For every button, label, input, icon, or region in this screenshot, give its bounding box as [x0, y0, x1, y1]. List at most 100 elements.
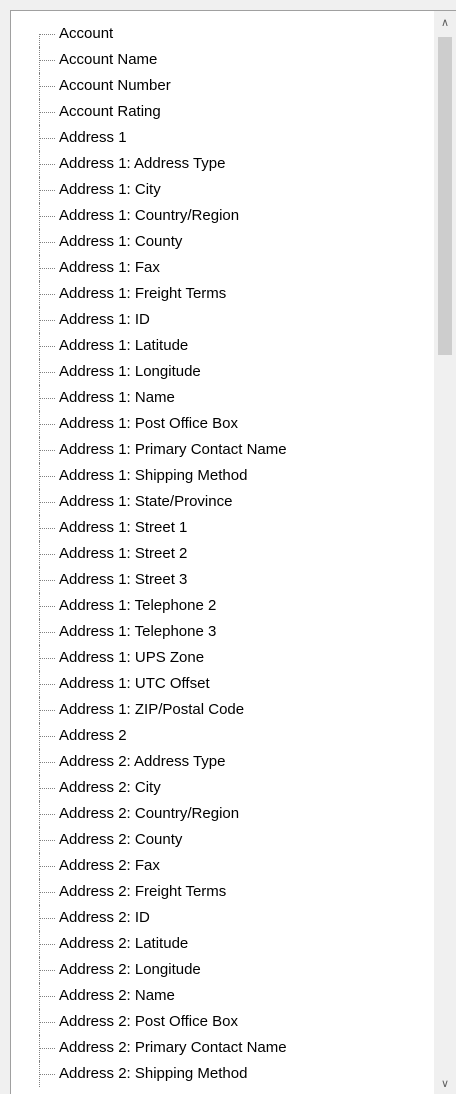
tree-branch-line	[39, 502, 55, 503]
tree-item[interactable]: Account	[11, 21, 434, 47]
tree-branch-line	[39, 606, 55, 607]
tree-item[interactable]: Address 1: ID	[11, 307, 434, 333]
tree-branch-line	[39, 164, 55, 165]
tree-item[interactable]: Address 1: Street 1	[11, 515, 434, 541]
tree-branch-line	[39, 60, 55, 61]
tree-branch-line	[39, 34, 55, 35]
tree-item[interactable]: Address 1: Country/Region	[11, 203, 434, 229]
tree-branch-line	[39, 710, 55, 711]
tree-item[interactable]: Address 1: Post Office Box	[11, 411, 434, 437]
tree-item[interactable]: Address 1	[11, 125, 434, 151]
tree-branch-line	[39, 242, 55, 243]
tree-item[interactable]: Address 1: Telephone 2	[11, 593, 434, 619]
tree-item[interactable]: Account Name	[11, 47, 434, 73]
tree-item[interactable]: Address 1: Address Type	[11, 151, 434, 177]
tree-item[interactable]: Address 1: County	[11, 229, 434, 255]
scroll-up-button[interactable]: ∧	[434, 11, 456, 33]
tree-branch-line	[39, 346, 55, 347]
tree-branch-line	[39, 814, 55, 815]
tree-branch-line	[39, 372, 55, 373]
tree-branch-line	[39, 970, 55, 971]
vertical-scrollbar[interactable]: ∧ ∨	[434, 11, 456, 1094]
tree-item[interactable]: Address 1: Freight Terms	[11, 281, 434, 307]
tree-branch-line	[39, 1074, 55, 1075]
tree-connector-line	[39, 34, 40, 47]
tree-branch-line	[39, 762, 55, 763]
tree-item-label: Account Name	[59, 51, 158, 68]
tree-branch-line	[39, 424, 55, 425]
chevron-up-icon: ∧	[440, 16, 450, 29]
tree-branch-line	[39, 268, 55, 269]
tree-item[interactable]: Address 1: City	[11, 177, 434, 203]
tree-branch-line	[39, 632, 55, 633]
tree-item[interactable]: Address 2	[11, 723, 434, 749]
tree-branch-line	[39, 450, 55, 451]
tree-branch-line	[39, 138, 55, 139]
tree-branch-line	[39, 554, 55, 555]
tree-item[interactable]: Address 1: Street 3	[11, 567, 434, 593]
scroll-down-button[interactable]: ∨	[434, 1072, 456, 1094]
tree-item[interactable]: Address 2: ID	[11, 905, 434, 931]
tree-item[interactable]: Address 1: UTC Offset	[11, 671, 434, 697]
tree-item[interactable]: Address 2: Shipping Method	[11, 1061, 434, 1087]
tree-item[interactable]: Address 1: Telephone 3	[11, 619, 434, 645]
tree-item[interactable]: Address 1: State/Province	[11, 489, 434, 515]
tree-item-label: Address 2: Country/Region	[59, 805, 240, 822]
tree-item[interactable]: Address 2: Primary Contact Name	[11, 1035, 434, 1061]
tree-item[interactable]: Address 2: Latitude	[11, 931, 434, 957]
tree-branch-line	[39, 398, 55, 399]
tree-branch-line	[39, 658, 55, 659]
tree-item-label: Address 1: Street 1	[59, 519, 188, 536]
scroll-thumb[interactable]	[438, 37, 452, 355]
tree-branch-line	[39, 216, 55, 217]
tree-item-label: Address 1: Street 3	[59, 571, 188, 588]
tree-item[interactable]: Address 1: Fax	[11, 255, 434, 281]
tree-item-label: Address 1: Street 2	[59, 545, 188, 562]
tree-branch-line	[39, 1048, 55, 1049]
tree-item[interactable]: Address 2: Name	[11, 983, 434, 1009]
tree-item-label: Address 2: Fax	[59, 857, 160, 874]
tree-item-label: Address 2: Longitude	[59, 961, 201, 978]
tree-item[interactable]: Address 2: Address Type	[11, 749, 434, 775]
tree-branch-line	[39, 996, 55, 997]
field-tree-panel: Account Account Name Account Number Account…	[10, 10, 456, 1094]
tree-item[interactable]: Address 2: City	[11, 775, 434, 801]
tree-item[interactable]: Address 1: Name	[11, 385, 434, 411]
tree-item-label: Account	[59, 25, 114, 42]
tree-item-label: Address 1: City	[59, 181, 161, 198]
field-tree[interactable]: Account Account Name Account Number Account…	[11, 11, 434, 1094]
tree-branch-line	[39, 840, 55, 841]
tree-item-label: Address 1: Telephone 3	[59, 623, 217, 640]
tree-item-label: Address 1: Address Type	[59, 155, 226, 172]
tree-branch-line	[39, 112, 55, 113]
tree-item[interactable]: Address 2: Fax	[11, 853, 434, 879]
tree-item[interactable]: Account Number	[11, 73, 434, 99]
tree-item[interactable]: Address 1: Street 2	[11, 541, 434, 567]
tree-branch-line	[39, 918, 55, 919]
tree-item[interactable]: Address 1: ZIP/Postal Code	[11, 697, 434, 723]
tree-item-label: Account Number	[59, 77, 171, 94]
tree-item-label: Address 2: Shipping Method	[59, 1065, 248, 1082]
tree-item-label: Address 2: Freight Terms	[59, 883, 227, 900]
tree-item[interactable]: Address 1: Longitude	[11, 359, 434, 385]
tree-branch-line	[39, 866, 55, 867]
tree-item[interactable]: Address 1: Primary Contact Name	[11, 437, 434, 463]
tree-item[interactable]: Address 1: UPS Zone	[11, 645, 434, 671]
tree-item[interactable]: Address 2: Freight Terms	[11, 879, 434, 905]
tree-item-label: Address 2: Primary Contact Name	[59, 1039, 287, 1056]
tree-item-label: Address 2: Address Type	[59, 753, 226, 770]
tree-item-label: Account Rating	[59, 103, 161, 120]
tree-item[interactable]: Address 2: County	[11, 827, 434, 853]
tree-branch-line	[39, 528, 55, 529]
tree-item[interactable]: Account Rating	[11, 99, 434, 125]
tree-item-label: Address 1: Primary Contact Name	[59, 441, 287, 458]
tree-branch-line	[39, 190, 55, 191]
tree-item[interactable]: Address 2: Country/Region	[11, 801, 434, 827]
tree-item[interactable]: Address 2: Post Office Box	[11, 1009, 434, 1035]
tree-item[interactable]: Address 2: Longitude	[11, 957, 434, 983]
tree-item-label: Address 1: UTC Offset	[59, 675, 210, 692]
tree-item[interactable]: Address 1: Shipping Method	[11, 463, 434, 489]
tree-branch-line	[39, 320, 55, 321]
tree-item[interactable]: Address 1: Latitude	[11, 333, 434, 359]
tree-item-label: Address 1: Post Office Box	[59, 415, 238, 432]
